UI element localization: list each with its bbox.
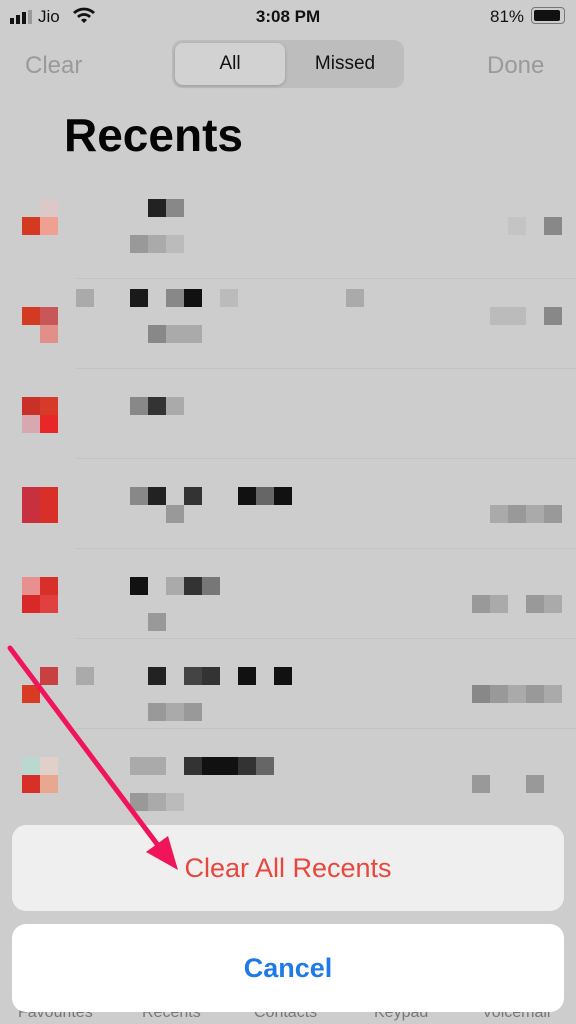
tab-all[interactable]: All [175, 43, 285, 85]
battery-icon [531, 7, 565, 24]
tab-missed[interactable]: Missed [288, 43, 402, 85]
clear-button[interactable]: Clear [25, 52, 82, 80]
list-item[interactable] [0, 640, 576, 730]
list-item[interactable] [0, 190, 576, 280]
page-title: Recents [64, 109, 243, 161]
filter-segmented-control: All Missed [172, 40, 404, 88]
list-item[interactable] [0, 730, 576, 820]
list-item[interactable] [0, 280, 576, 370]
done-button[interactable]: Done [487, 52, 544, 80]
clear-all-recents-button[interactable]: Clear All Recents [12, 825, 564, 911]
list-item[interactable] [0, 460, 576, 550]
recents-list [0, 190, 576, 830]
list-item[interactable] [0, 550, 576, 640]
list-item[interactable] [0, 370, 576, 460]
battery-percent: 81% [490, 7, 525, 26]
cancel-button[interactable]: Cancel [12, 924, 564, 1012]
status-bar: Jio 3:08 PM 81% [0, 0, 576, 34]
